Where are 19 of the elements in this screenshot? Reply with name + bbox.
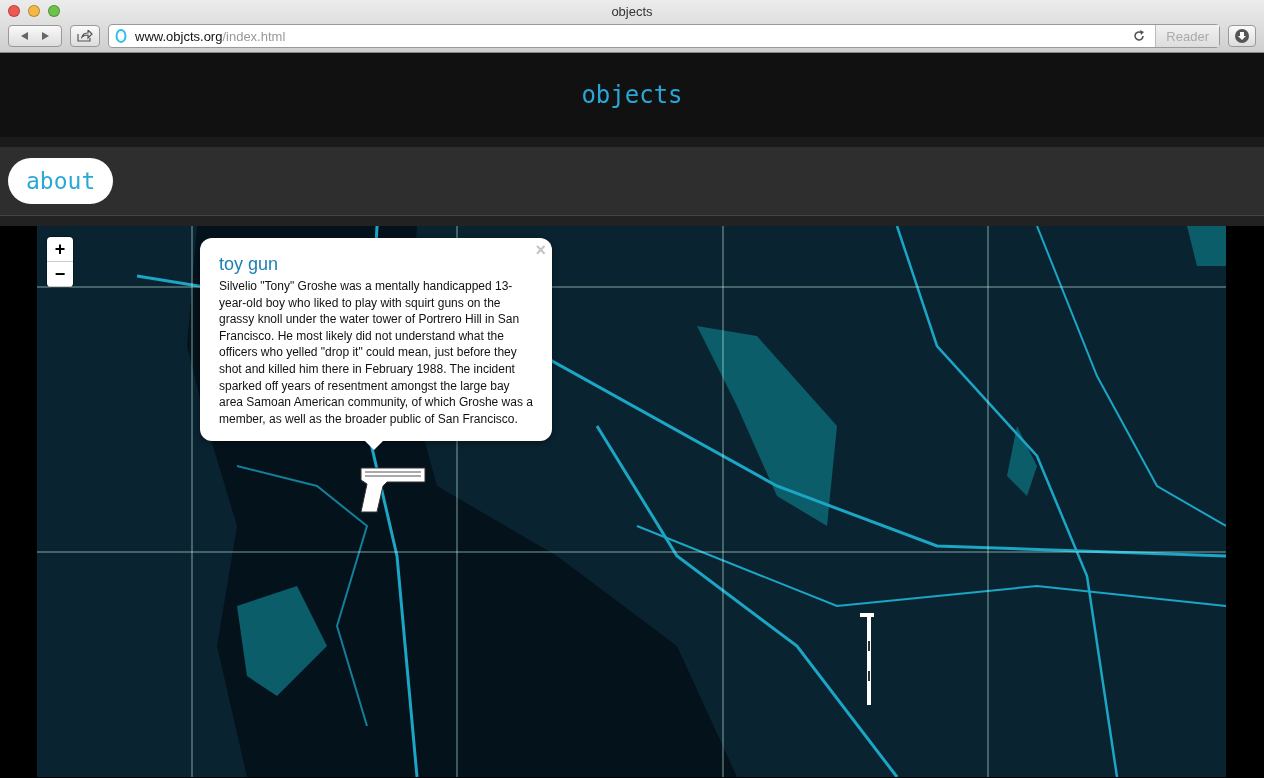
url-host: www.objcts.org xyxy=(135,28,223,44)
pistol-icon[interactable] xyxy=(357,464,427,516)
share-icon xyxy=(77,30,93,42)
popup-title: toy gun xyxy=(219,254,280,275)
zoom-window-icon[interactable] xyxy=(48,5,60,17)
site-title: objects xyxy=(581,81,683,109)
download-icon xyxy=(1235,29,1249,43)
popup-text: Silvelio "Tony" Groshe was a mentally handicapped 13-year-old boy who liked to play with squirt guns on the grassy knoll under the water tower of Portrero Hill in San Francisco. He most likely did not understand what the officers who yelled "drop it" could mean, just before they shot and killed him there in February 1988. The incident sparked off years of resentment amongst the large bay area Samoan American community, of which Groshe was a member, as well as the broader public of San Francisco. xyxy=(219,278,534,428)
zoom-out-button[interactable]: − xyxy=(47,262,73,287)
reload-icon[interactable] xyxy=(1133,30,1146,42)
url-path: /index.html xyxy=(222,28,287,44)
ring-icon xyxy=(115,29,127,43)
share-button[interactable] xyxy=(70,25,100,47)
close-window-icon[interactable] xyxy=(8,5,20,17)
back-forward-button[interactable] xyxy=(8,25,62,47)
downloads-button[interactable] xyxy=(1228,25,1256,47)
window-title: objects xyxy=(610,3,654,19)
address-field[interactable]: www.objcts.org/index.html Reader xyxy=(108,24,1220,48)
zoom-in-button[interactable]: + xyxy=(47,237,73,262)
